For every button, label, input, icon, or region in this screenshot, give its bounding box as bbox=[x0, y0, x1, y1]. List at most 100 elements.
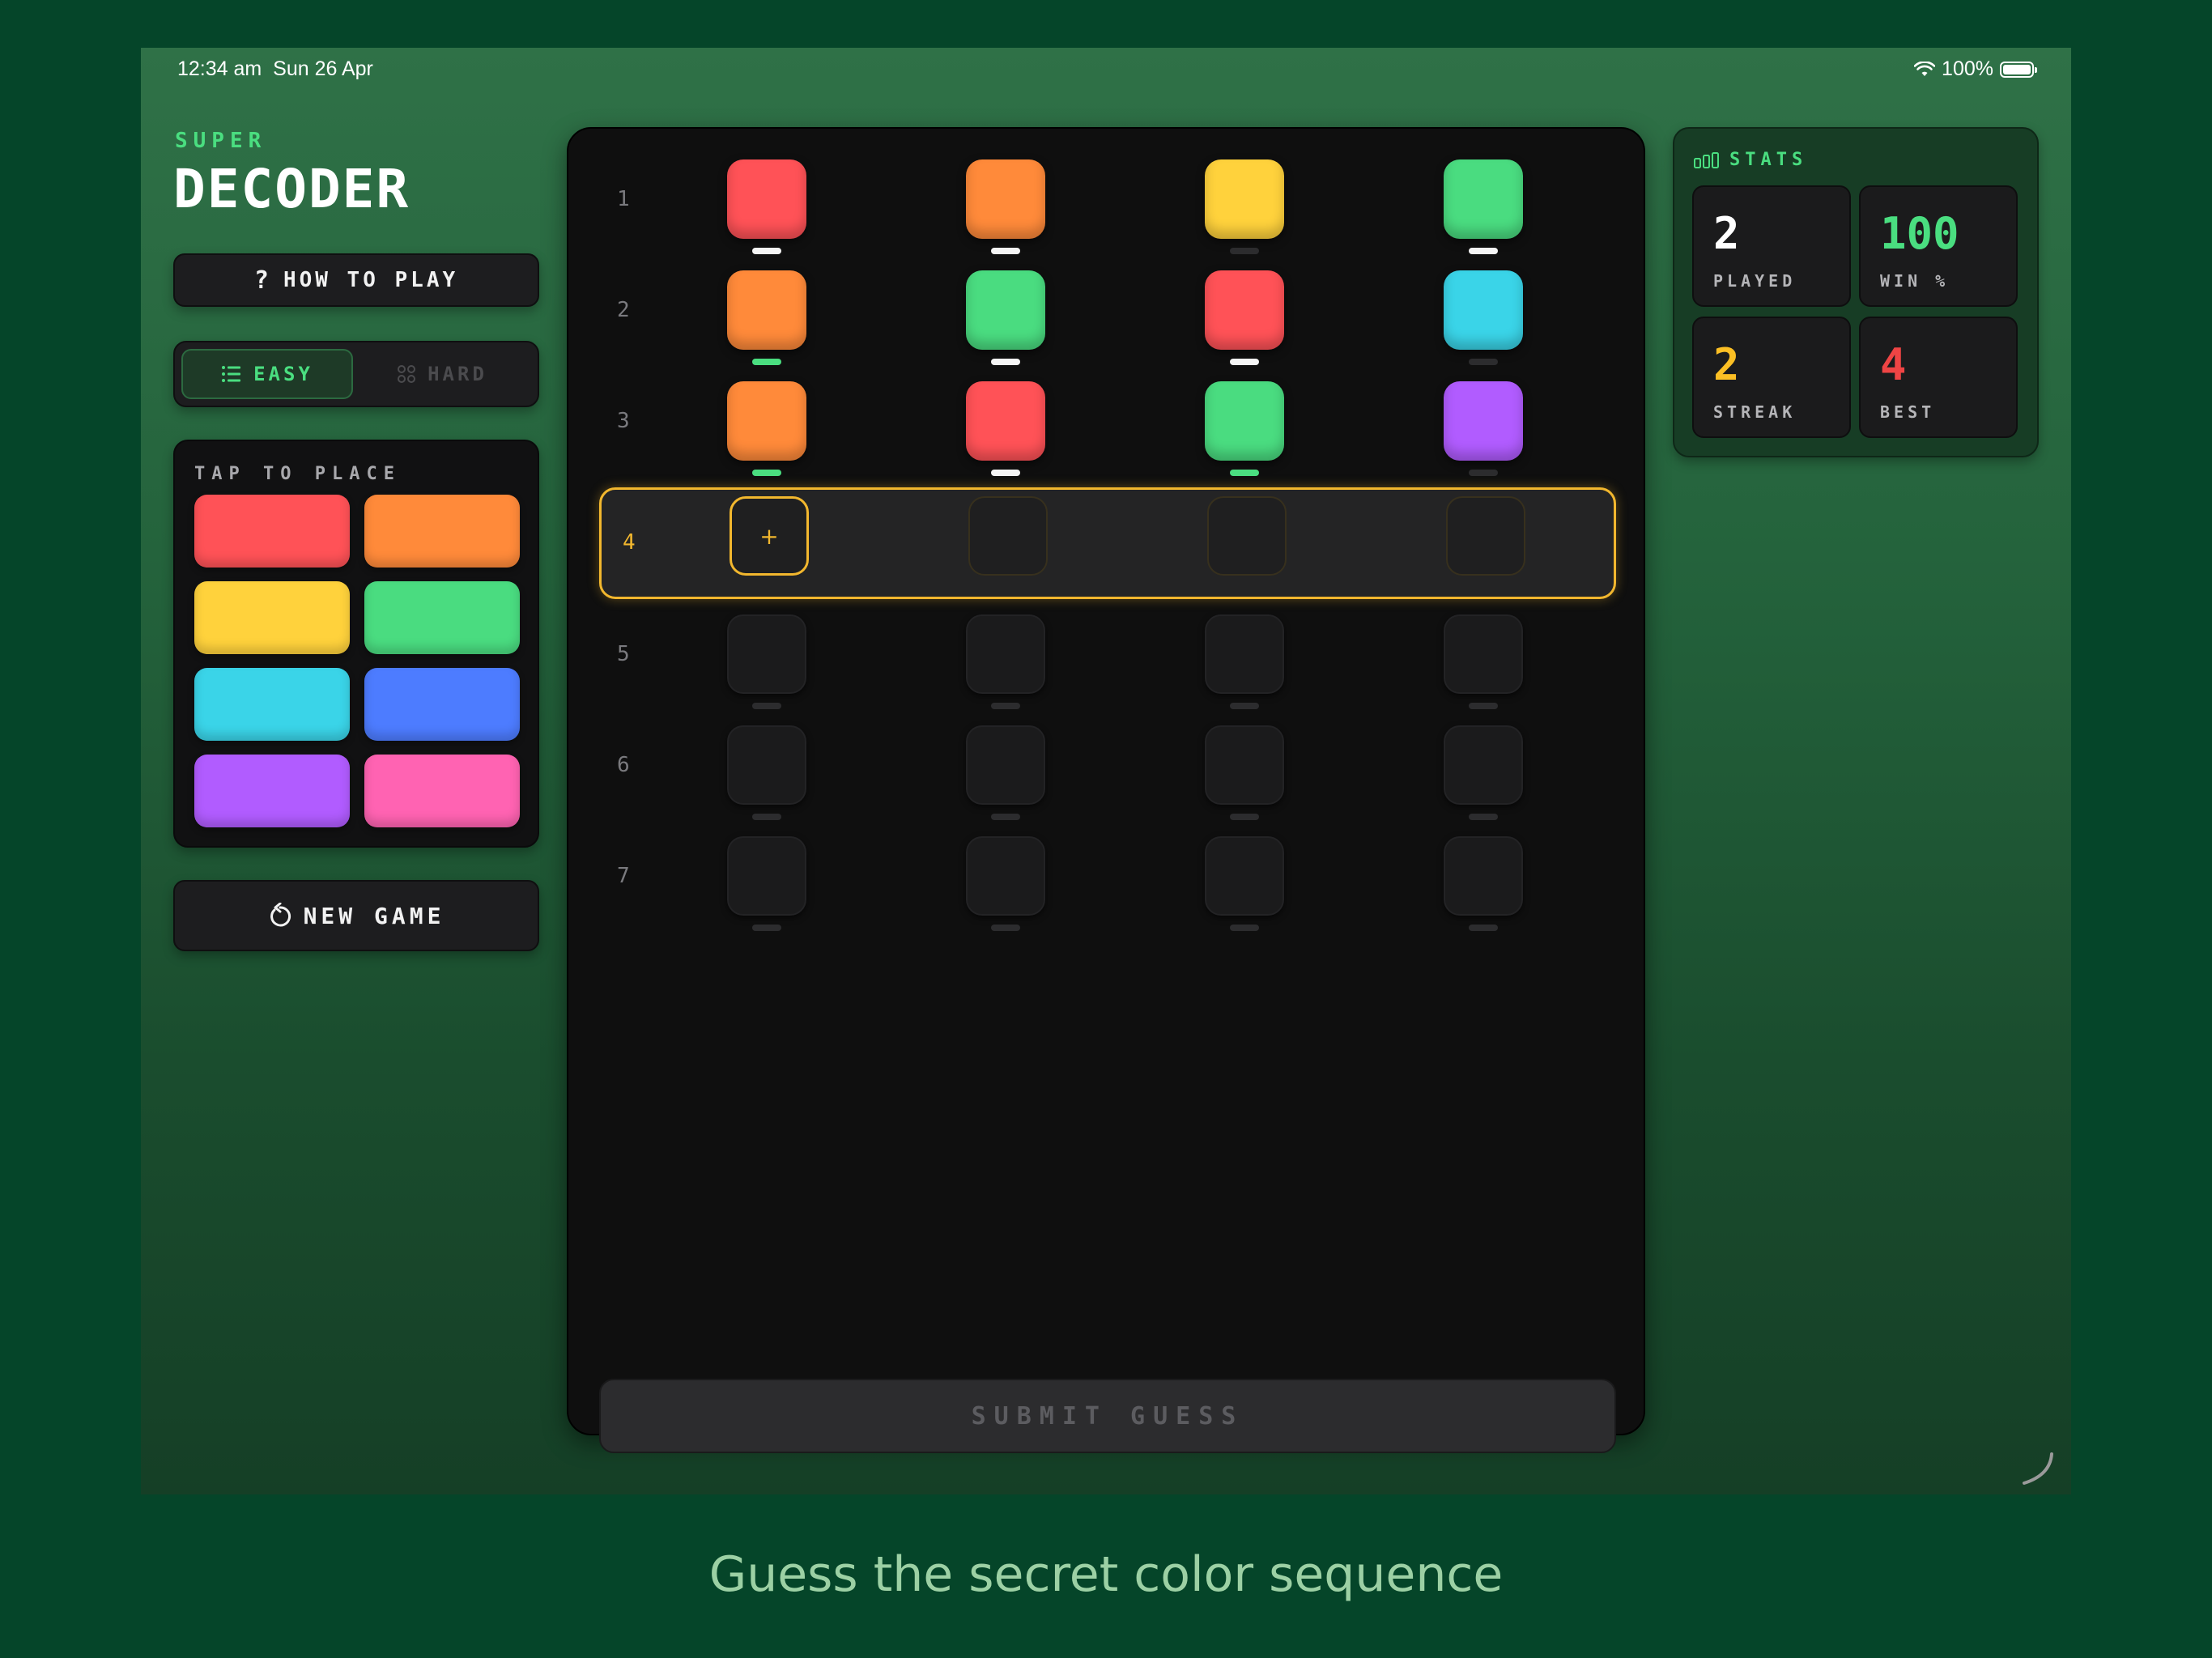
row-number: 5 bbox=[617, 642, 630, 666]
empty-slot[interactable] bbox=[1207, 496, 1287, 576]
new-game-button[interactable]: NEW GAME bbox=[173, 880, 539, 951]
empty-peg bbox=[1205, 725, 1284, 805]
guess-peg bbox=[966, 381, 1045, 461]
palette-swatch-purple[interactable] bbox=[194, 755, 350, 827]
feedback-indicator bbox=[1230, 248, 1259, 254]
empty-peg bbox=[966, 836, 1045, 916]
guess-peg bbox=[966, 159, 1045, 239]
feedback-indicator bbox=[991, 814, 1020, 820]
stat-card-played: 2 PLAYED bbox=[1692, 185, 1851, 307]
difficulty-easy-label: EASY bbox=[253, 363, 313, 385]
palette-swatch-blue[interactable] bbox=[364, 668, 520, 741]
feedback-indicator bbox=[1469, 470, 1498, 476]
stats-title-label: STATS bbox=[1729, 150, 1808, 170]
feedback-indicator bbox=[752, 248, 781, 254]
empty-peg bbox=[727, 614, 806, 694]
feedback-indicator bbox=[1230, 470, 1259, 476]
feedback-indicator bbox=[991, 703, 1020, 709]
palette-swatch-green[interactable] bbox=[364, 581, 520, 654]
palette-swatch-orange[interactable] bbox=[364, 495, 520, 568]
empty-peg bbox=[727, 725, 806, 805]
feedback-indicator bbox=[991, 359, 1020, 365]
active-row-number: 4 bbox=[623, 530, 636, 555]
difficulty-easy-button[interactable]: EASY bbox=[181, 349, 353, 399]
bar-chart-icon bbox=[1694, 151, 1719, 168]
selected-slot[interactable]: + bbox=[730, 496, 809, 576]
how-to-play-label: HOW TO PLAY bbox=[283, 268, 459, 292]
feedback-indicator bbox=[752, 925, 781, 931]
empty-slot[interactable] bbox=[1446, 496, 1525, 576]
status-date-text: Sun 26 Apr bbox=[273, 57, 373, 80]
guess-peg bbox=[1444, 381, 1523, 461]
empty-peg bbox=[966, 614, 1045, 694]
feedback-indicator bbox=[1469, 703, 1498, 709]
feedback-indicator bbox=[991, 248, 1020, 254]
question-icon: ? bbox=[253, 266, 272, 295]
stat-label: WIN % bbox=[1880, 271, 1950, 291]
status-time-text: 12:34 am bbox=[177, 57, 262, 80]
stat-label: BEST bbox=[1880, 402, 1936, 422]
status-time: 12:34 am Sun 26 Apr bbox=[177, 57, 373, 81]
guess-peg bbox=[727, 159, 806, 239]
restart-icon bbox=[270, 903, 291, 927]
empty-peg bbox=[1444, 836, 1523, 916]
app-title: DECODER bbox=[173, 158, 410, 220]
empty-slot[interactable] bbox=[968, 496, 1048, 576]
empty-peg bbox=[1205, 614, 1284, 694]
color-palette: TAP TO PLACE bbox=[173, 440, 539, 848]
empty-peg bbox=[1444, 614, 1523, 694]
feedback-indicator bbox=[752, 359, 781, 365]
wifi-icon bbox=[1914, 61, 1936, 76]
feedback-indicator bbox=[1469, 925, 1498, 931]
feedback-indicator bbox=[752, 814, 781, 820]
submit-guess-label: SUBMIT GUESS bbox=[971, 1401, 1244, 1431]
guess-peg bbox=[1205, 159, 1284, 239]
difficulty-hard-label: HARD bbox=[428, 363, 487, 385]
guess-peg bbox=[1444, 159, 1523, 239]
new-game-label: NEW GAME bbox=[303, 902, 445, 929]
how-to-play-button[interactable]: ? HOW TO PLAY bbox=[173, 253, 539, 307]
empty-peg bbox=[727, 836, 806, 916]
list-icon bbox=[222, 366, 241, 382]
palette-title: TAP TO PLACE bbox=[194, 464, 401, 484]
active-guess-row: 4 + bbox=[599, 487, 1616, 599]
stat-value: 2 bbox=[1713, 208, 1740, 259]
empty-peg bbox=[1444, 725, 1523, 805]
feedback-indicator bbox=[991, 925, 1020, 931]
row-number: 7 bbox=[617, 864, 630, 888]
stats-panel: STATS 2 PLAYED 100 WIN % 2 STREAK 4 BEST bbox=[1673, 127, 2039, 457]
caption-text: Guess the secret color sequence bbox=[708, 1546, 1504, 1603]
app-subtitle: SUPER bbox=[175, 129, 267, 153]
resize-corner-icon bbox=[2023, 1452, 2053, 1485]
difficulty-toggle: EASY HARD bbox=[173, 341, 539, 407]
submit-guess-button[interactable]: SUBMIT GUESS bbox=[599, 1379, 1616, 1453]
empty-peg bbox=[1205, 836, 1284, 916]
palette-swatch-red[interactable] bbox=[194, 495, 350, 568]
palette-swatch-pink[interactable] bbox=[364, 755, 520, 827]
feedback-indicator bbox=[991, 470, 1020, 476]
row-number: 2 bbox=[617, 298, 630, 322]
feedback-indicator bbox=[752, 470, 781, 476]
feedback-indicator bbox=[1469, 814, 1498, 820]
feedback-indicator bbox=[1230, 925, 1259, 931]
stat-value: 4 bbox=[1880, 339, 1907, 390]
guess-peg bbox=[1205, 270, 1284, 350]
game-board: 123567 4 + SUBMIT GUESS bbox=[567, 127, 1645, 1453]
difficulty-hard-button[interactable]: HARD bbox=[356, 349, 528, 399]
guess-peg bbox=[966, 270, 1045, 350]
stat-value: 2 bbox=[1713, 339, 1740, 390]
guess-peg bbox=[1444, 270, 1523, 350]
status-right: 100% bbox=[1914, 57, 2037, 81]
stat-card-streak: 2 STREAK bbox=[1692, 317, 1851, 438]
device-screen: 12:34 am Sun 26 Apr 100% SUPER DECODER ?… bbox=[141, 48, 2071, 1494]
grid-icon bbox=[398, 365, 416, 383]
feedback-indicator bbox=[1469, 248, 1498, 254]
feedback-indicator bbox=[1469, 359, 1498, 365]
guess-peg bbox=[727, 270, 806, 350]
palette-swatch-yellow[interactable] bbox=[194, 581, 350, 654]
feedback-indicator bbox=[1230, 703, 1259, 709]
feedback-indicator bbox=[752, 703, 781, 709]
stat-value: 100 bbox=[1880, 208, 1959, 259]
stat-card-win: 100 WIN % bbox=[1859, 185, 2018, 307]
palette-swatch-cyan[interactable] bbox=[194, 668, 350, 741]
